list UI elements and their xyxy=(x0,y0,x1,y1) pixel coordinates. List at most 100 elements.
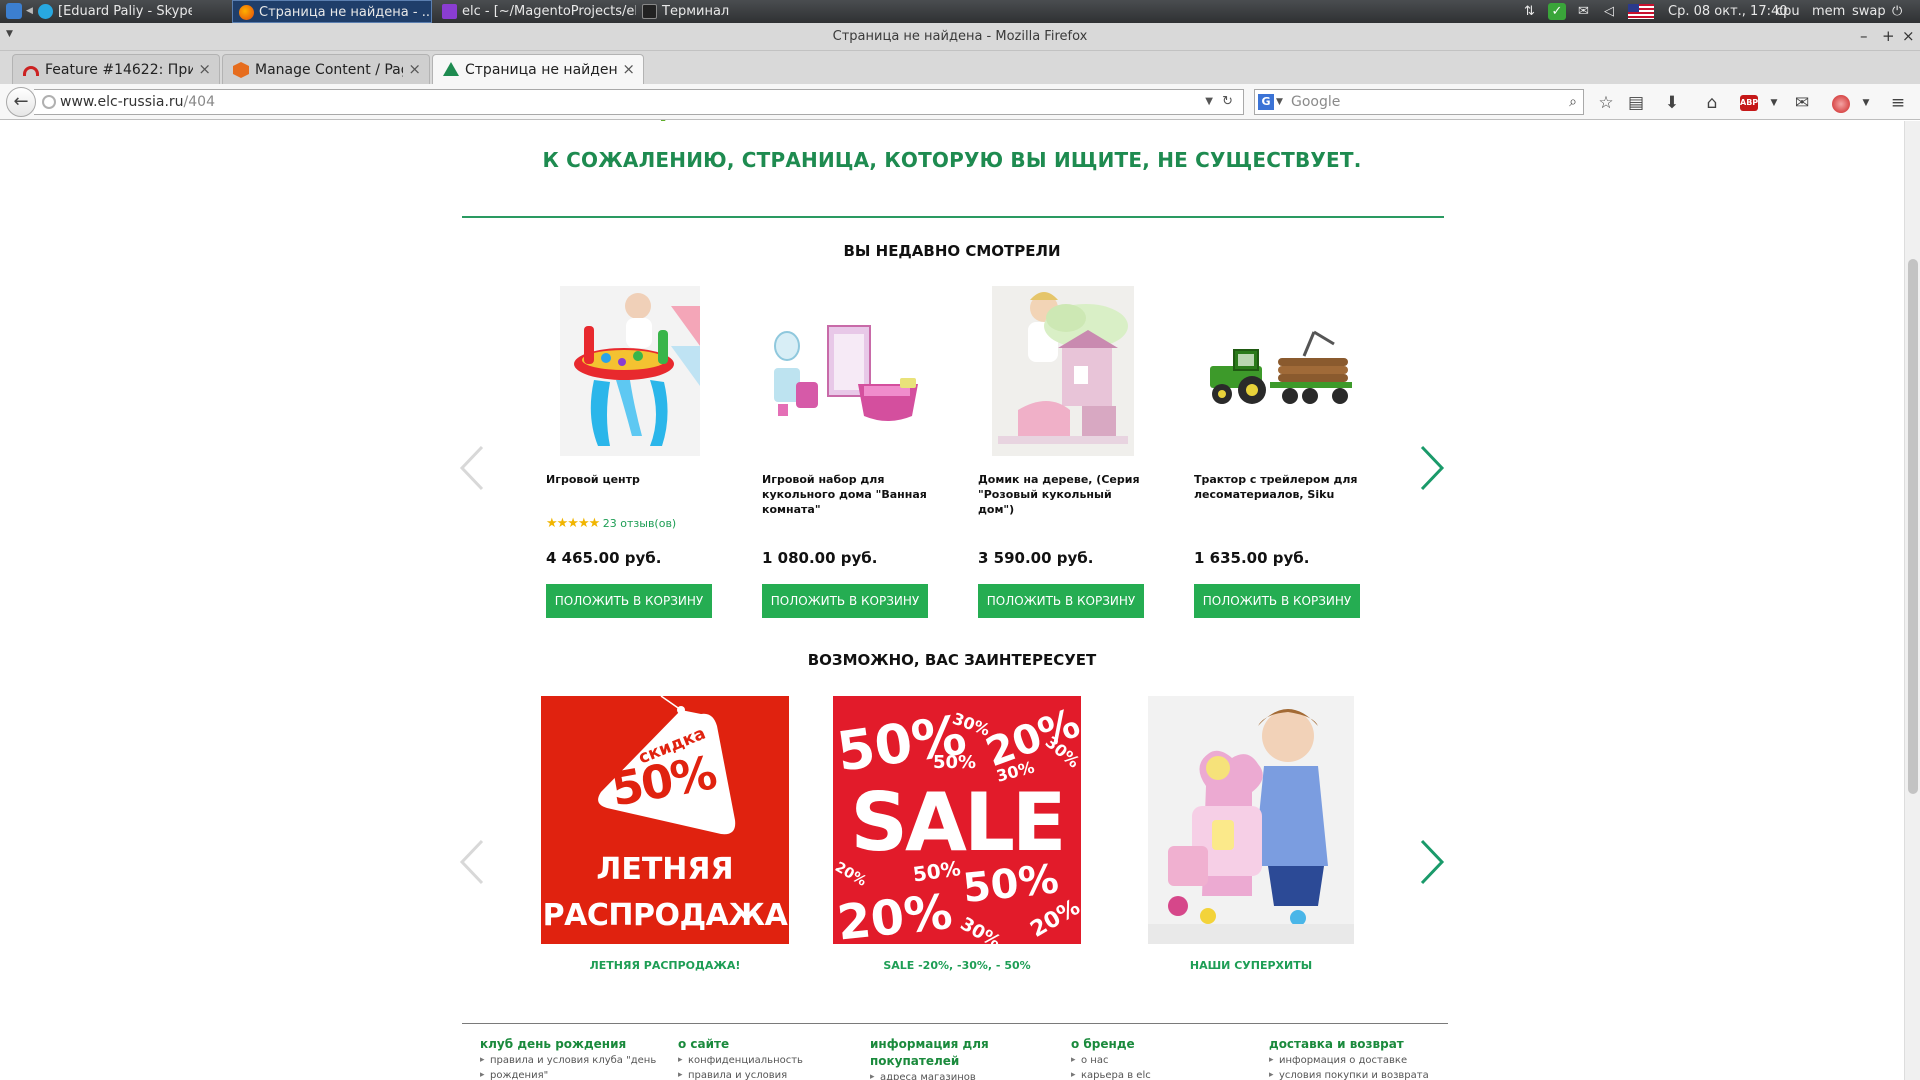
search-bar[interactable]: G ▼ Google ⌕ xyxy=(1254,89,1584,115)
power-icon[interactable]: ⏻ xyxy=(1892,0,1912,23)
downloads-icon[interactable]: ⬇ xyxy=(1662,93,1682,113)
search-input[interactable]: Google xyxy=(1291,90,1340,114)
close-tab-icon[interactable]: × xyxy=(198,60,211,78)
gmail-icon[interactable]: ✉ xyxy=(1792,93,1812,113)
home-icon[interactable]: ⌂ xyxy=(1702,93,1722,113)
footer-link[interactable]: карьера в elc xyxy=(1071,1068,1231,1080)
product-name[interactable]: Игровой центр xyxy=(546,472,716,487)
bookmark-star-icon[interactable]: ☆ xyxy=(1596,93,1616,113)
adblock-dropdown-icon[interactable]: ▼ xyxy=(1764,93,1784,113)
close-tab-icon[interactable]: × xyxy=(622,60,635,78)
rating-stars-icon: ★★★★★ xyxy=(546,516,600,531)
footer-link[interactable]: адреса магазинов xyxy=(870,1070,1000,1080)
site-identity-icon[interactable] xyxy=(42,95,56,109)
banner-line-1: ЛЕТНЯЯ xyxy=(596,852,734,887)
footer-heading[interactable]: о сайте xyxy=(678,1036,848,1053)
footer-heading[interactable]: о бренде xyxy=(1071,1036,1231,1053)
network-updown-icon[interactable]: ⇅ xyxy=(1524,0,1535,23)
product-price: 1 635.00 руб. xyxy=(1194,549,1310,567)
product-name[interactable]: Игровой набор для кукольного дома "Ванна… xyxy=(762,472,932,517)
scrollbar-thumb[interactable] xyxy=(1908,259,1918,794)
add-to-cart-button[interactable]: ПОЛОЖИТЬ В КОРЗИНУ xyxy=(762,584,928,618)
adblock-icon[interactable]: ABP xyxy=(1740,95,1758,111)
mem-monitor[interactable]: mem xyxy=(1812,0,1845,23)
taskbar-item-skype[interactable]: [Eduard Paliy - Skype™] xyxy=(32,0,192,23)
add-to-cart-button[interactable]: ПОЛОЖИТЬ В КОРЗИНУ xyxy=(978,584,1144,618)
page-scrollbar[interactable] xyxy=(1904,121,1920,1080)
divider xyxy=(462,216,1444,218)
close-window-icon[interactable]: × xyxy=(1902,27,1915,45)
mail-icon[interactable]: ✉ xyxy=(1578,0,1589,23)
promo-link[interactable]: SALE -20%, -30%, - 50% xyxy=(833,959,1081,972)
taskbar-item-firefox[interactable]: Страница не найдена - ... xyxy=(232,0,432,23)
taskbar-item-terminal[interactable]: Терминал xyxy=(636,0,776,23)
product-rating[interactable]: ★★★★★ 23 отзыв(ов) xyxy=(546,516,676,531)
footer-link[interactable]: о нас xyxy=(1071,1053,1231,1068)
product-image-bathroom-set[interactable] xyxy=(762,286,932,456)
maximize-icon[interactable]: + xyxy=(1882,27,1895,45)
taskbar-item-phpstorm[interactable]: elc - [~/MagentoProjects/el... xyxy=(436,0,636,23)
footer-column-brand: о бренде о нас карьера в elc xyxy=(1071,1036,1231,1080)
carousel-next-arrow-icon[interactable] xyxy=(1418,443,1446,493)
product-price: 4 465.00 руб. xyxy=(546,549,662,567)
product-image-tractor[interactable] xyxy=(1194,286,1364,456)
promo-link[interactable]: ЛЕТНЯЯ РАСПРОДАЖА! xyxy=(541,959,789,972)
reload-icon[interactable]: ↻ xyxy=(1222,90,1233,114)
footer-link[interactable]: информация о доставке xyxy=(1269,1053,1449,1068)
product-image-play-center[interactable] xyxy=(546,286,716,456)
footer-link[interactable]: рождения" xyxy=(480,1068,660,1080)
footer-link[interactable]: правила и условия клуба "день xyxy=(480,1053,660,1068)
window-titlebar: ▼ Страница не найдена - Mozilla Firefox … xyxy=(0,23,1920,51)
bookmarks-list-icon[interactable]: ▤ xyxy=(1626,93,1646,113)
add-to-cart-button[interactable]: ПОЛОЖИТЬ В КОРЗИНУ xyxy=(1194,584,1360,618)
menu-hamburger-icon[interactable]: ≡ xyxy=(1888,93,1908,113)
tab-magento[interactable]: Manage Content / Page... × xyxy=(222,54,430,84)
footer-heading[interactable]: доставка и возврат xyxy=(1269,1036,1449,1053)
url-bar[interactable]: www.elc-russia.ru/404 ▼ ↻ xyxy=(34,89,1244,115)
extension-dropdown-icon[interactable]: ▼ xyxy=(1856,93,1876,113)
footer-link[interactable]: правила и условия xyxy=(678,1068,848,1080)
footer-heading[interactable]: информация для покупателей xyxy=(870,1036,1000,1070)
cpu-monitor[interactable]: cpu xyxy=(1776,0,1800,23)
tab-bar: Feature #14622: Привя... × Manage Conten… xyxy=(0,51,1920,128)
clock[interactable]: Ср. 08 окт., 17:40 xyxy=(1668,0,1788,23)
promo-next-arrow-icon[interactable] xyxy=(1418,837,1446,887)
url-text[interactable]: www.elc-russia.ru/404 xyxy=(60,90,215,114)
tab-redmine[interactable]: Feature #14622: Привя... × xyxy=(12,54,220,84)
footer-link[interactable]: конфиденциальность xyxy=(678,1053,848,1068)
extension-icon[interactable] xyxy=(1832,95,1850,113)
back-button[interactable]: ← xyxy=(6,87,36,117)
distro-logo-icon[interactable] xyxy=(6,3,22,19)
promo-banner-super-hits[interactable] xyxy=(1148,696,1354,944)
footer-divider xyxy=(462,1023,1448,1024)
product-image-tree-house[interactable] xyxy=(978,286,1148,456)
promo-prev-arrow-icon[interactable] xyxy=(458,837,486,887)
footer-link[interactable]: условия покупки и возврата xyxy=(1269,1068,1449,1080)
promo-banner-sale[interactable]: 50% 30% 20% 30% 50% 30% 20% 50% 50% 20% … xyxy=(833,696,1081,944)
google-engine-icon[interactable]: G xyxy=(1258,94,1274,110)
volume-icon[interactable]: ◁ xyxy=(1604,0,1614,23)
check-icon[interactable]: ✓ xyxy=(1548,3,1566,20)
banner-line-2: РАСПРОДАЖА xyxy=(542,898,788,933)
engine-dropdown-icon[interactable]: ▼ xyxy=(1276,90,1283,114)
footer-column-delivery: доставка и возврат информация о доставке… xyxy=(1269,1036,1449,1080)
product-name[interactable]: Трактор с трейлером для лесоматериалов, … xyxy=(1194,472,1364,502)
footer-heading[interactable]: клуб день рождения xyxy=(480,1036,660,1053)
banner-sale-text: SALE xyxy=(850,776,1066,869)
footer-column-birthday-club: клуб день рождения правила и условия клу… xyxy=(480,1036,660,1080)
search-icon[interactable]: ⌕ xyxy=(1569,90,1577,114)
redmine-icon xyxy=(23,66,39,76)
tab-not-found[interactable]: Страница не найдена × xyxy=(432,54,644,85)
promo-banner-summer-sale[interactable]: скидка 50% ЛЕТНЯЯ РАСПРОДАЖА xyxy=(541,696,789,944)
minimize-icon[interactable]: – xyxy=(1860,27,1868,45)
promo-link[interactable]: НАШИ СУПЕРХИТЫ xyxy=(1148,959,1354,972)
magento-icon xyxy=(233,62,249,78)
carousel-prev-arrow-icon[interactable] xyxy=(458,443,486,493)
swap-monitor[interactable]: swap xyxy=(1852,0,1886,23)
url-history-dropdown-icon[interactable]: ▼ xyxy=(1205,90,1213,114)
reviews-link[interactable]: 23 отзыв(ов) xyxy=(603,517,676,530)
svg-text:30%: 30% xyxy=(957,913,1005,944)
add-to-cart-button[interactable]: ПОЛОЖИТЬ В КОРЗИНУ xyxy=(546,584,712,618)
close-tab-icon[interactable]: × xyxy=(408,60,421,78)
product-name[interactable]: Домик на дереве, (Серия "Розовый кукольн… xyxy=(978,472,1148,517)
